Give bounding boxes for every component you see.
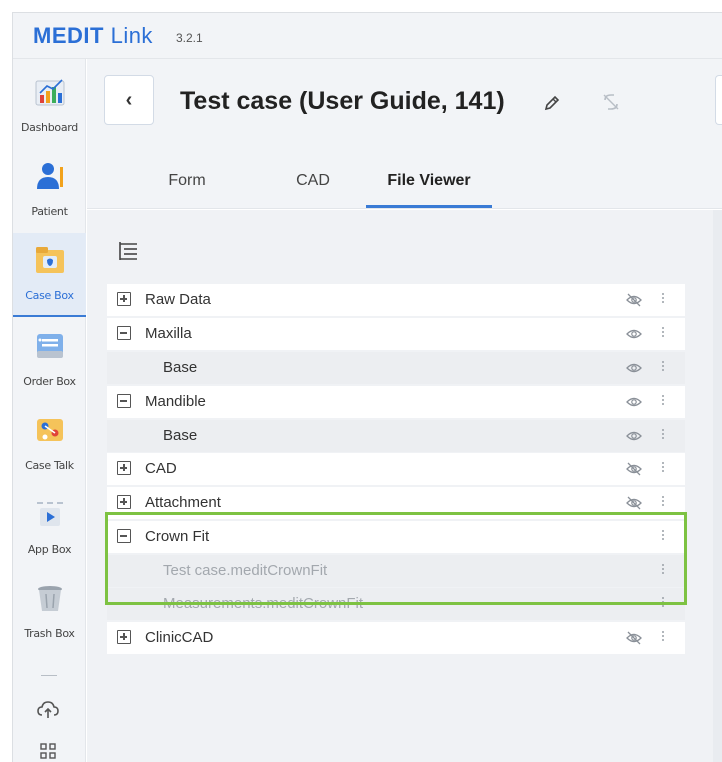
tree-view-icon[interactable] (117, 240, 141, 262)
case-header: ‹ Test case (User Guide, 141) Form CAD F… (87, 59, 722, 209)
tree-row-label: CAD (145, 460, 177, 477)
tree-row-label: Raw Data (145, 291, 211, 308)
eye-hidden-icon[interactable] (625, 292, 643, 308)
back-button[interactable]: ‹ (104, 75, 154, 125)
sidebar: Dashboard Patient Case Box Order Box Cas… (13, 59, 86, 762)
eye-icon[interactable] (625, 360, 643, 376)
expand-icon[interactable] (117, 461, 131, 475)
eye-icon[interactable] (625, 394, 643, 410)
grid-icon[interactable] (36, 739, 60, 762)
sidebar-item-patient[interactable]: Patient (13, 149, 86, 233)
more-options-icon[interactable] (661, 562, 665, 578)
expand-icon[interactable] (117, 292, 131, 306)
eye-icon[interactable] (625, 326, 643, 342)
more-options-icon[interactable] (661, 291, 665, 307)
active-tab-indicator (366, 205, 492, 208)
more-options-icon[interactable] (661, 325, 665, 341)
sidebar-item-label: Case Box (25, 289, 74, 302)
eye-hidden-icon[interactable] (625, 495, 643, 511)
more-options-icon[interactable] (661, 528, 665, 544)
more-options-icon[interactable] (661, 359, 665, 375)
app-window: MEDIT Link 3.2.1 Dashboard Patient Case … (12, 12, 722, 762)
case-title: Test case (User Guide, 141) (180, 87, 505, 115)
sidebar-item-label: Patient (31, 205, 68, 218)
expand-icon[interactable] (117, 630, 131, 644)
trash-box-icon (38, 586, 62, 611)
tree-row-label: Maxilla (145, 325, 192, 342)
tree-row-label: Attachment (145, 494, 221, 511)
tree-row-mandible[interactable]: Mandible (107, 386, 685, 418)
sidebar-item-trash-box[interactable]: Trash Box (13, 571, 86, 655)
sidebar-divider (41, 675, 57, 676)
tree-row-label: Measurements.meditCrownFit (163, 595, 364, 612)
tree-row-attachment[interactable]: Attachment (107, 487, 685, 519)
tree-row-label: Base (163, 359, 198, 376)
sidebar-item-label: Case Talk (25, 459, 74, 472)
case-box-icon (36, 247, 64, 273)
collapse-icon[interactable] (117, 394, 131, 408)
brand-name: MEDIT (33, 23, 104, 48)
order-box-icon (37, 334, 63, 358)
sidebar-item-dashboard[interactable]: Dashboard (13, 65, 86, 149)
header-action-button[interactable] (715, 75, 722, 125)
tree-row-raw-data[interactable]: Raw Data (107, 284, 685, 316)
file-viewer-panel: Raw Data Maxilla Base Mandible Base CAD … (87, 210, 722, 762)
eye-icon[interactable] (625, 428, 643, 444)
expand-icon[interactable] (117, 495, 131, 509)
app-version: 3.2.1 (176, 31, 203, 45)
sidebar-item-label: Trash Box (24, 627, 75, 640)
collapse-icon[interactable] (117, 326, 131, 340)
tree-row-label: Crown Fit (145, 528, 210, 545)
tree-row-cad[interactable]: CAD (107, 453, 685, 485)
more-options-icon[interactable] (661, 427, 665, 443)
tree-row-measurements-file[interactable]: Measurements.meditCrownFit (107, 588, 685, 620)
sidebar-item-label: App Box (27, 543, 72, 556)
tree-row-cliniccad[interactable]: ClinicCAD (107, 622, 685, 654)
sidebar-item-order-box[interactable]: Order Box (13, 319, 86, 403)
sidebar-item-label: Order Box (23, 375, 76, 388)
collapse-icon[interactable] (117, 529, 131, 543)
tree-row-crown-fit[interactable]: Crown Fit (107, 521, 685, 553)
case-talk-icon (37, 419, 63, 441)
app-logo: MEDIT Link (33, 23, 153, 49)
cloud-upload-icon[interactable] (36, 697, 60, 721)
tab-file-viewer[interactable]: File Viewer (366, 159, 492, 209)
more-options-icon[interactable] (661, 629, 665, 645)
tree-row-label: Test case.meditCrownFit (163, 562, 328, 579)
more-options-icon[interactable] (661, 494, 665, 510)
tree-row-label: ClinicCAD (145, 629, 214, 646)
right-panel-edge (713, 210, 722, 762)
sidebar-item-app-box[interactable]: App Box (13, 487, 86, 571)
patient-icon (37, 163, 63, 189)
tree-row-label: Base (163, 427, 198, 444)
app-box-icon (37, 502, 63, 526)
unlink-icon[interactable] (600, 91, 622, 113)
tree-row-maxilla[interactable]: Maxilla (107, 318, 685, 350)
dashboard-icon (35, 79, 65, 106)
sidebar-item-case-talk[interactable]: Case Talk (13, 403, 86, 487)
tree-row-label: Mandible (145, 393, 206, 410)
tab-cad[interactable]: CAD (263, 159, 363, 209)
more-options-icon[interactable] (661, 595, 665, 611)
tree-row-crown-fit-file[interactable]: Test case.meditCrownFit (107, 555, 685, 587)
tree-row-mandible-base[interactable]: Base (107, 420, 685, 452)
eye-hidden-icon[interactable] (625, 461, 643, 477)
more-options-icon[interactable] (661, 393, 665, 409)
brand-suffix: Link (110, 23, 153, 48)
sidebar-item-label: Dashboard (21, 121, 78, 134)
more-options-icon[interactable] (661, 460, 665, 476)
sidebar-item-case-box[interactable]: Case Box (13, 233, 86, 317)
tree-row-maxilla-base[interactable]: Base (107, 352, 685, 384)
title-bar: MEDIT Link 3.2.1 (13, 13, 722, 59)
tab-form[interactable]: Form (137, 159, 237, 209)
pencil-icon[interactable] (542, 93, 562, 113)
eye-hidden-icon[interactable] (625, 630, 643, 646)
